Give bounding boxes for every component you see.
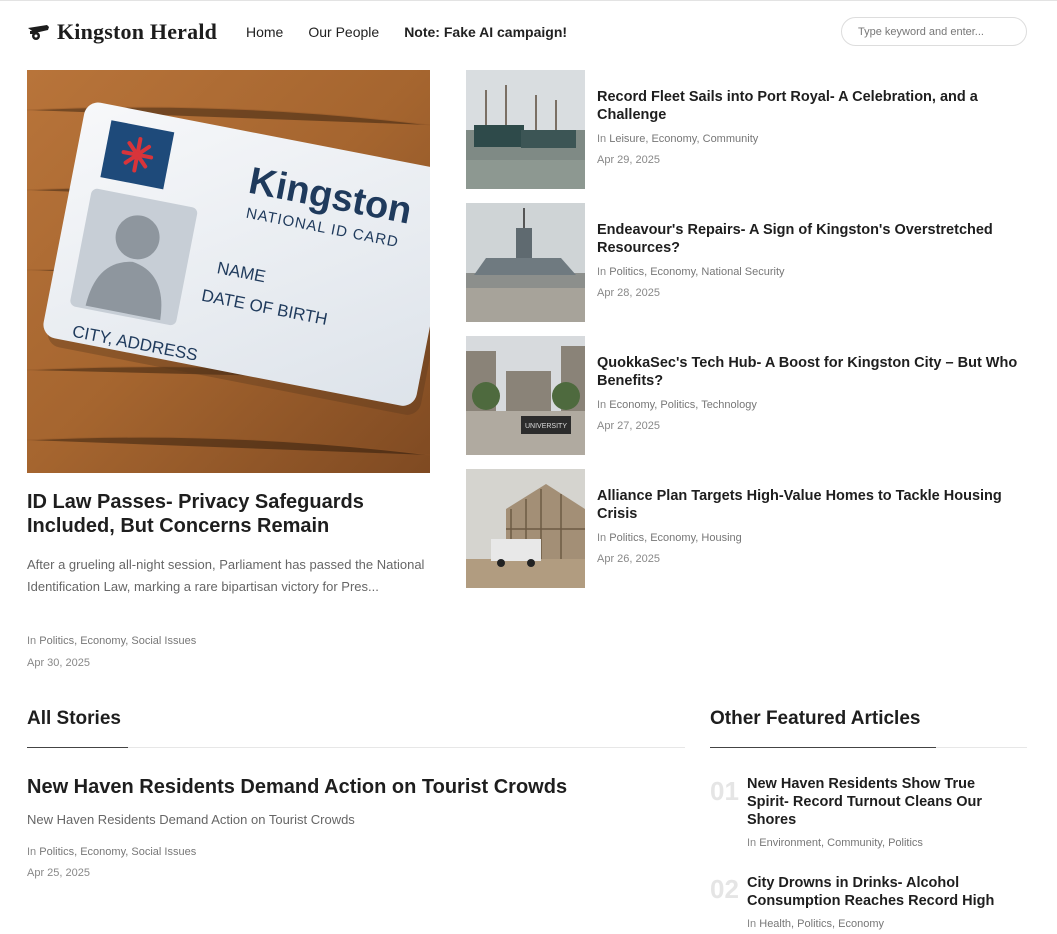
featured-categories: In Environment, Community, Politics: [747, 837, 923, 849]
story-excerpt: New Haven Residents Demand Action on Tou…: [27, 812, 355, 827]
story-title[interactable]: New Haven Residents Demand Action on Tou…: [27, 776, 567, 799]
category-link[interactable]: Environment: [759, 837, 821, 849]
featured-title[interactable]: New Haven Residents Show True Spirit- Re…: [747, 775, 1017, 829]
category-link[interactable]: Community: [703, 133, 759, 145]
featured-number: 02: [710, 874, 739, 904]
hero-excerpt: After a grueling all-night session, Parl…: [27, 557, 425, 594]
article-date: Apr 26, 2025: [597, 553, 660, 565]
featured-number: 01: [710, 776, 739, 806]
hero-categories: In Politics, Economy, Social Issues: [27, 635, 197, 647]
article-date: Apr 27, 2025: [597, 420, 660, 432]
article-categories: In Politics, Economy, Housing: [597, 532, 742, 544]
category-link[interactable]: Politics: [660, 399, 695, 411]
category-link[interactable]: Economy: [609, 399, 654, 411]
article-thumbnail[interactable]: [466, 203, 585, 322]
article-title[interactable]: QuokkaSec's Tech Hub- A Boost for Kingst…: [597, 354, 1022, 390]
side-article[interactable]: UNIVERSITY QuokkaSec's Tech Hub- A Boost…: [466, 336, 1027, 455]
cannon-icon: [28, 25, 49, 40]
site-header: Kingston Herald Home Our People Note: Fa…: [0, 1, 1057, 63]
category-link[interactable]: Economy: [80, 846, 125, 858]
article-title[interactable]: Alliance Plan Targets High-Value Homes t…: [597, 487, 1022, 523]
category-link[interactable]: Politics: [39, 635, 74, 647]
article-categories: In Leisure, Economy, Community: [597, 133, 759, 145]
university-sign-text: UNIVERSITY: [525, 423, 567, 430]
category-link[interactable]: Politics: [609, 532, 644, 544]
category-link[interactable]: Politics: [797, 918, 832, 930]
article-thumbnail[interactable]: UNIVERSITY: [466, 336, 585, 455]
nav-our-people[interactable]: Our People: [308, 24, 379, 40]
side-article[interactable]: Endeavour's Repairs- A Sign of Kingston'…: [466, 203, 1027, 322]
category-link[interactable]: Social Issues: [131, 635, 196, 647]
site-logo[interactable]: Kingston Herald: [27, 19, 217, 45]
article-categories: In Politics, Economy, National Security: [597, 266, 785, 278]
search-input[interactable]: [841, 17, 1027, 46]
hero-title[interactable]: ID Law Passes- Privacy Safeguards Includ…: [27, 490, 430, 538]
category-link[interactable]: National Security: [701, 266, 784, 278]
story-categories: In Politics, Economy, Social Issues: [27, 846, 197, 858]
nav-home[interactable]: Home: [246, 24, 283, 40]
category-link[interactable]: Technology: [701, 399, 757, 411]
all-stories-heading: All Stories: [27, 708, 121, 729]
category-link[interactable]: Politics: [609, 266, 644, 278]
article-thumbnail[interactable]: [466, 70, 585, 189]
side-article[interactable]: Record Fleet Sails into Port Royal- A Ce…: [466, 70, 1027, 189]
article-thumbnail[interactable]: [466, 469, 585, 588]
site-title: Kingston Herald: [57, 19, 218, 44]
side-article[interactable]: Alliance Plan Targets High-Value Homes t…: [466, 469, 1027, 588]
category-link[interactable]: Health: [759, 918, 791, 930]
story-date: Apr 25, 2025: [27, 867, 90, 879]
featured-heading: Other Featured Articles: [710, 708, 921, 729]
featured-categories: In Health, Politics, Economy: [747, 918, 884, 930]
article-date: Apr 28, 2025: [597, 287, 660, 299]
hero-image[interactable]: Kingston NATIONAL ID CARD NAME DATE OF B…: [27, 70, 430, 473]
category-link[interactable]: Economy: [80, 635, 125, 647]
nav-note[interactable]: Note: Fake AI campaign!: [404, 24, 567, 40]
category-link[interactable]: Economy: [650, 532, 695, 544]
category-link[interactable]: Economy: [651, 133, 696, 145]
section-divider-accent: [27, 747, 128, 748]
hero-date: Apr 30, 2025: [27, 657, 90, 669]
category-link[interactable]: Social Issues: [131, 846, 196, 858]
article-title[interactable]: Record Fleet Sails into Port Royal- A Ce…: [597, 88, 1022, 124]
article-categories: In Economy, Politics, Technology: [597, 399, 757, 411]
featured-title[interactable]: City Drowns in Drinks- Alcohol Consumpti…: [747, 874, 1017, 910]
article-title[interactable]: Endeavour's Repairs- A Sign of Kingston'…: [597, 221, 1022, 257]
category-link[interactable]: Leisure: [609, 133, 645, 145]
category-link[interactable]: Economy: [838, 918, 884, 930]
article-date: Apr 29, 2025: [597, 154, 660, 166]
category-link[interactable]: Community: [827, 837, 882, 849]
main-nav: Home Our People Note: Fake AI campaign!: [246, 24, 592, 40]
category-link[interactable]: Politics: [39, 846, 74, 858]
category-link[interactable]: Politics: [888, 837, 923, 849]
category-link[interactable]: Economy: [650, 266, 695, 278]
category-link[interactable]: Housing: [701, 532, 741, 544]
section-divider-accent: [710, 747, 936, 748]
